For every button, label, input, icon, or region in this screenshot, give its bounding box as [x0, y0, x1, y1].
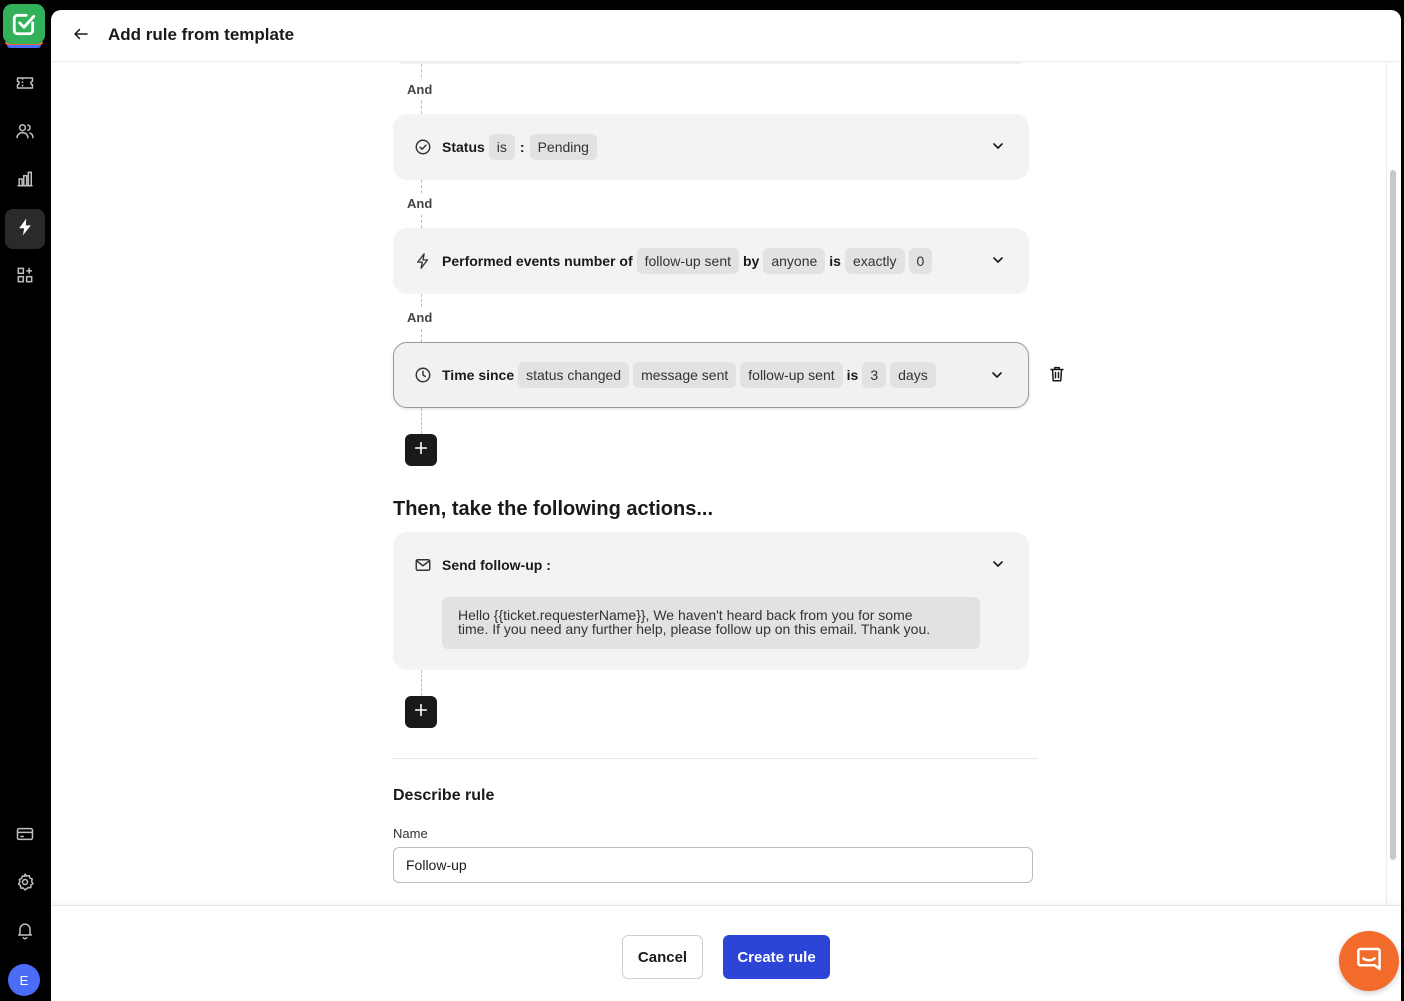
previous-condition-card[interactable]: [393, 62, 1029, 64]
event-chip-status-changed[interactable]: status changed: [518, 362, 630, 388]
actions-section-title: Then, take the following actions...: [393, 498, 714, 520]
create-rule-button[interactable]: Create rule: [723, 935, 830, 979]
scrollbar-thumb[interactable]: [1390, 170, 1396, 860]
clock-icon: [413, 365, 433, 385]
by-text: by: [743, 253, 760, 269]
mail-icon: [413, 555, 433, 575]
chevron-down-icon[interactable]: [989, 555, 1007, 573]
action-send-follow-up[interactable]: Send follow-up : Hello {{ticket.requeste…: [393, 532, 1029, 670]
page-header: Add rule from template: [51, 10, 1401, 62]
apps-grid-icon: [15, 265, 35, 290]
credit-card-icon: [15, 824, 35, 849]
cancel-button[interactable]: Cancel: [622, 935, 703, 979]
follow-up-message[interactable]: Hello {{ticket.requesterName}}, We haven…: [442, 597, 980, 649]
describe-rule-title: Describe rule: [393, 787, 495, 804]
footer-bar: Cancel Create rule: [51, 905, 1401, 1001]
chevron-down-icon[interactable]: [988, 366, 1006, 384]
arrow-left-icon: [72, 25, 90, 48]
add-action-button[interactable]: [405, 696, 437, 728]
bar-chart-icon: [15, 169, 35, 194]
value-chip[interactable]: Pending: [529, 134, 597, 160]
users-icon: [15, 121, 35, 146]
bell-icon: [15, 920, 35, 945]
nav-automation[interactable]: [5, 209, 45, 249]
action-label: Send follow-up :: [442, 557, 551, 573]
plus-icon: [413, 440, 429, 461]
chevron-down-icon[interactable]: [989, 137, 1007, 155]
section-divider: [393, 758, 1038, 759]
app-logo[interactable]: [3, 4, 45, 50]
gear-icon: [15, 872, 35, 897]
actor-chip[interactable]: anyone: [763, 248, 826, 274]
condition-field-label: Status: [442, 139, 485, 155]
message-line: time. If you need any further help, plea…: [458, 621, 931, 637]
back-button[interactable]: [69, 24, 93, 48]
rule-editor: And Status is : Pending And Performed ev…: [51, 62, 1386, 905]
left-nav-rail: E: [0, 0, 50, 1001]
chevron-down-icon[interactable]: [989, 251, 1007, 269]
chat-launcher-button[interactable]: [1339, 931, 1399, 991]
plus-icon: [413, 702, 429, 723]
operator-chip[interactable]: exactly: [844, 248, 905, 274]
logo-stripe-blue: [7, 45, 41, 48]
event-chip[interactable]: follow-up sent: [636, 248, 739, 274]
delete-condition-button[interactable]: [1045, 364, 1069, 388]
nav-billing[interactable]: [5, 816, 45, 856]
separator-text: :: [519, 139, 525, 155]
user-avatar[interactable]: E: [8, 964, 40, 996]
event-chip-follow-up-sent[interactable]: follow-up sent: [740, 362, 843, 388]
condition-status[interactable]: Status is : Pending: [393, 114, 1029, 180]
duration-unit-chip[interactable]: days: [890, 362, 936, 388]
scrollbar-track: [1386, 62, 1387, 905]
check-circle-icon: [413, 137, 433, 157]
is-text: is: [829, 253, 841, 269]
duration-value-chip[interactable]: 3: [862, 362, 887, 388]
message-line: Hello {{ticket.requesterName}}, We haven…: [458, 607, 913, 623]
name-field-label: Name: [393, 826, 428, 841]
condition-field-label: Performed events number of: [442, 253, 633, 269]
and-connector-label: And: [403, 80, 437, 99]
condition-time-since[interactable]: Time since status changed message sent f…: [393, 342, 1029, 408]
main-panel: Add rule from template And Status is : P…: [51, 10, 1401, 1001]
connector-line: [421, 408, 422, 434]
add-condition-button[interactable]: [405, 434, 437, 466]
chat-bubble-icon: [1354, 944, 1384, 979]
lightning-outline-icon: [413, 251, 433, 271]
trash-icon: [1048, 365, 1066, 388]
nav-customers[interactable]: [5, 113, 45, 153]
nav-reports[interactable]: [5, 161, 45, 201]
condition-field-label: Time since: [442, 367, 515, 383]
ticket-icon: [15, 73, 35, 98]
operator-chip[interactable]: is: [488, 134, 515, 160]
nav-tickets[interactable]: [5, 65, 45, 105]
and-connector-label: And: [403, 194, 437, 213]
connector-line: [421, 670, 422, 696]
page-title: Add rule from template: [108, 25, 295, 44]
action-header: Send follow-up :: [413, 555, 555, 575]
nav-notifications[interactable]: [5, 912, 45, 952]
rule-name-input[interactable]: [393, 847, 1033, 883]
event-chip-message-sent[interactable]: message sent: [633, 362, 737, 388]
is-text: is: [846, 367, 859, 383]
logo-check-icon: [3, 4, 45, 44]
lightning-icon: [15, 217, 35, 242]
condition-performed-events[interactable]: Performed events number of follow-up sen…: [393, 228, 1029, 294]
nav-apps[interactable]: [5, 257, 45, 297]
nav-settings[interactable]: [5, 864, 45, 904]
count-chip[interactable]: 0: [908, 248, 933, 274]
and-connector-label: And: [403, 308, 437, 327]
